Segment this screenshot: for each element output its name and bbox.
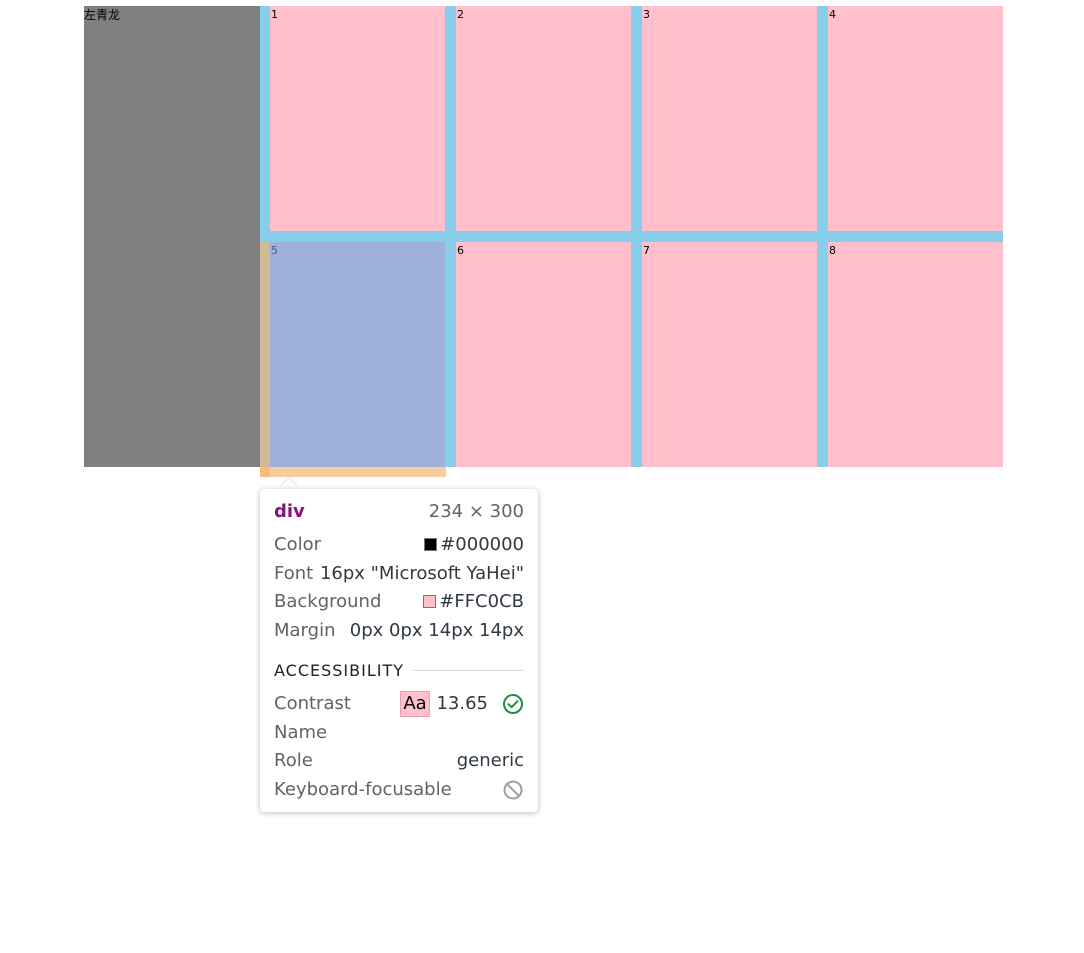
- margin-overlay-bottom: [260, 467, 446, 477]
- accessibility-title: ACCESSIBILITY: [274, 661, 405, 680]
- color-value-wrap: #000000: [424, 533, 524, 557]
- name-label: Name: [274, 722, 328, 743]
- grid-container: 1 2 3 4 5 6 7 8: [260, 6, 1003, 467]
- font-value: 16px "Microsoft YaHei": [319, 563, 524, 584]
- background-swatch-icon: [423, 595, 437, 608]
- contrast-sample: Aa: [400, 691, 430, 717]
- grid-cell[interactable]: 3: [642, 6, 817, 231]
- margin-row: Margin 0px 0px 14px 14px: [274, 619, 524, 643]
- check-circle-icon: [503, 694, 523, 714]
- left-panel-label: 左青龙: [84, 8, 121, 22]
- background-value-wrap: #FFC0CB: [423, 590, 524, 614]
- not-allowed-icon: [503, 780, 523, 800]
- inspect-tooltip: div 234 × 300 Color #000000 Font 16px "M…: [260, 489, 538, 812]
- focusable-label: Keyboard-focusable: [274, 779, 452, 800]
- color-value: #000000: [440, 534, 524, 555]
- contrast-value: 13.65: [436, 693, 488, 714]
- cell-number: 3: [643, 8, 650, 21]
- background-value: #FFC0CB: [439, 591, 524, 612]
- grid-cell-inspected[interactable]: 5: [270, 242, 445, 467]
- contrast-label: Contrast: [274, 693, 351, 714]
- name-row: Name: [274, 721, 524, 745]
- background-label: Background: [274, 591, 382, 612]
- role-row: Role generic: [274, 749, 524, 773]
- section-divider: [413, 670, 524, 671]
- grid-cell[interactable]: 2: [456, 6, 631, 231]
- color-swatch-icon: [424, 538, 438, 551]
- grid-cell[interactable]: 1: [270, 6, 445, 231]
- color-label: Color: [274, 534, 321, 555]
- page: 左青龙 1 2 3 4 5 6 7 8 div 234 × 300 Color …: [0, 0, 1084, 953]
- grid-cell[interactable]: 8: [828, 242, 1003, 467]
- cell-number: 4: [829, 8, 836, 21]
- cell-number: 1: [271, 8, 278, 21]
- grid-cell[interactable]: 6: [456, 242, 631, 467]
- element-tag: div: [274, 501, 305, 522]
- grid-cell[interactable]: 7: [642, 242, 817, 467]
- color-row: Color #000000: [274, 533, 524, 557]
- font-row: Font 16px "Microsoft YaHei": [274, 562, 524, 586]
- font-label: Font: [274, 563, 314, 584]
- left-panel: 左青龙: [84, 6, 260, 467]
- cell-number: 2: [457, 8, 464, 21]
- margin-overlay-left: [260, 242, 270, 477]
- grid-cell[interactable]: 4: [828, 6, 1003, 231]
- cell-number: 6: [457, 244, 464, 257]
- margin-value: 0px 0px 14px 14px: [349, 620, 524, 641]
- background-row: Background #FFC0CB: [274, 590, 524, 614]
- cell-number: 7: [643, 244, 650, 257]
- cell-number: 5: [271, 244, 278, 257]
- tooltip-header: div 234 × 300: [274, 500, 524, 524]
- role-value: generic: [456, 750, 524, 771]
- role-label: Role: [274, 750, 313, 771]
- margin-label: Margin: [274, 620, 336, 641]
- cell-number: 8: [829, 244, 836, 257]
- focusable-row: Keyboard-focusable: [274, 778, 524, 802]
- element-dimensions: 234 × 300: [428, 501, 524, 522]
- contrast-row: Contrast Aa 13.65: [274, 691, 524, 717]
